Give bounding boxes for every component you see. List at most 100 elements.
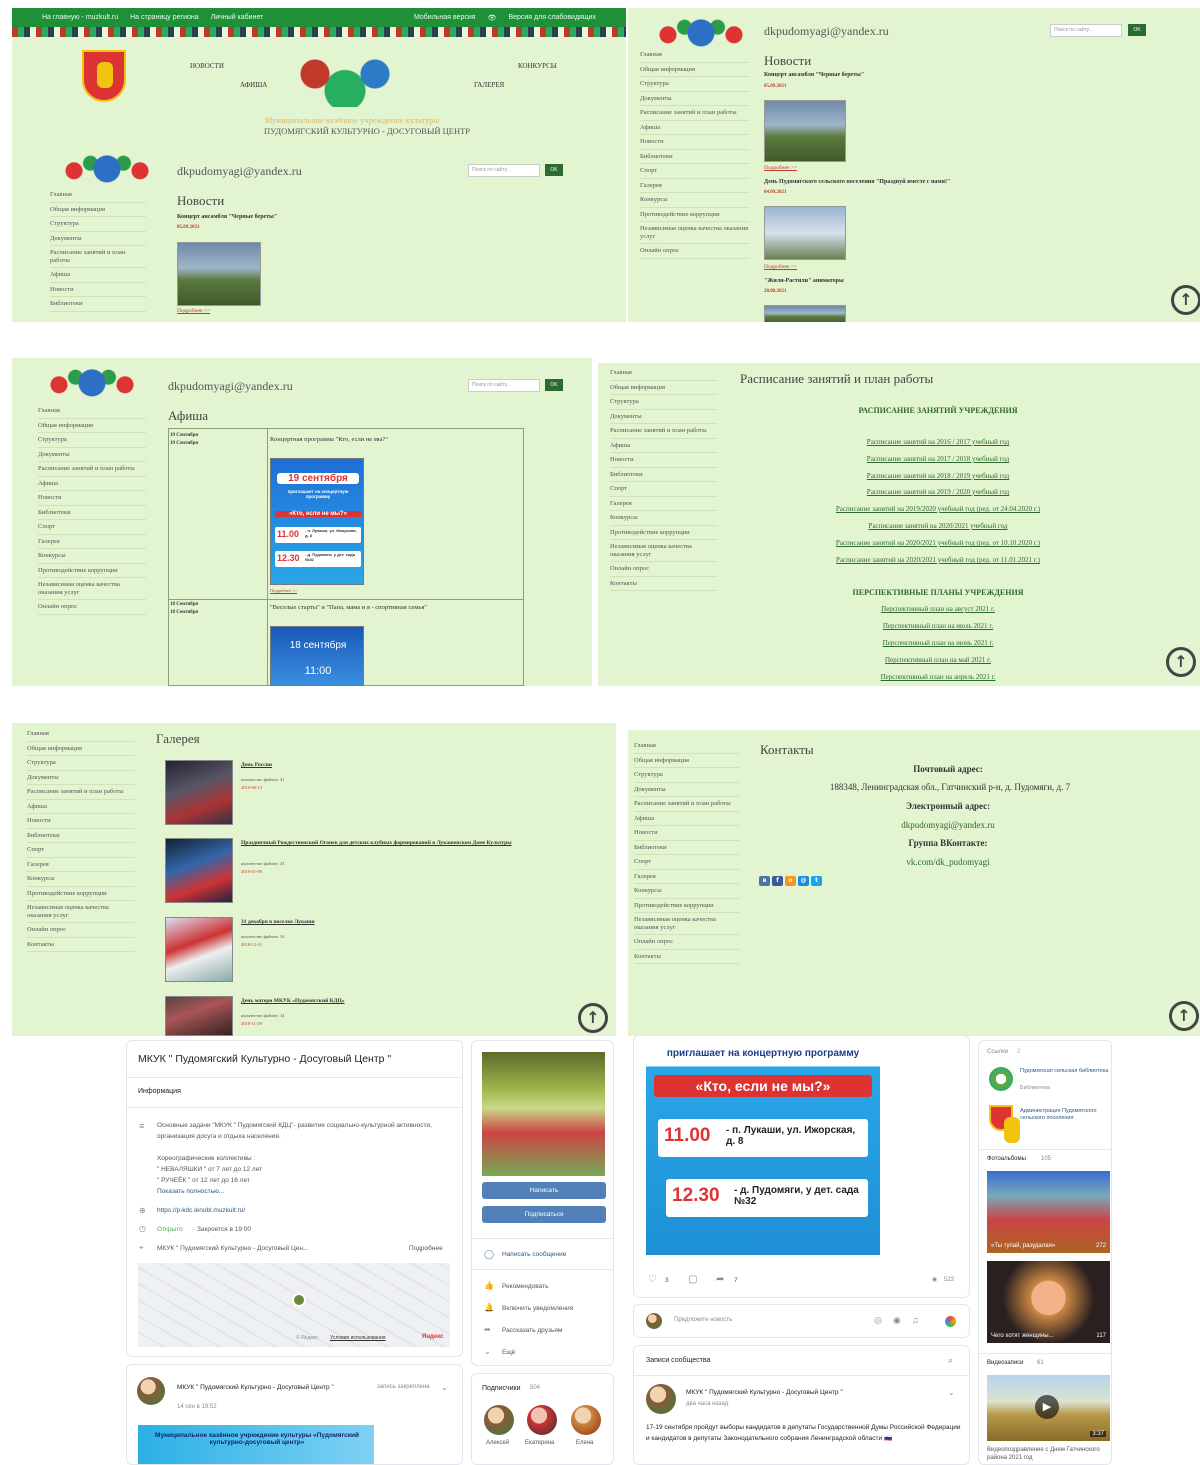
menu-documents[interactable]: Документы xyxy=(27,771,135,785)
nav-afisha[interactable]: АФИША xyxy=(240,81,267,89)
menu-anticorruption[interactable]: Противодействие коррупции xyxy=(634,899,740,913)
topbar-mobile-link[interactable]: Мобильная версия xyxy=(414,14,476,21)
schedule-link[interactable]: Расписание занятий на 2019/2020 учебный … xyxy=(758,505,1118,513)
plan-link[interactable]: Перспективный план на май 2021 г. xyxy=(758,656,1118,664)
schedule-link[interactable]: Расписание занятий на 2016 / 2017 учебны… xyxy=(758,438,1118,446)
menu-poll[interactable]: Онлайн опрос xyxy=(38,600,146,615)
plan-link[interactable]: Перспективный план на июль 2021 г. xyxy=(758,622,1118,630)
news-item-title[interactable]: "Жили-Растили" аниматоры xyxy=(764,278,844,284)
pinned-banner[interactable]: Муниципальное казённое учреждение культу… xyxy=(138,1425,374,1464)
plan-link[interactable]: Перспективный план на апрель 2021 г. xyxy=(758,673,1118,681)
chevron-down-icon[interactable]: ⌄ xyxy=(948,1388,955,1397)
search-ok-button[interactable]: OK xyxy=(545,379,563,391)
menu-evaluation[interactable]: Независимая оценка качества оказания усл… xyxy=(27,901,135,923)
menu-poll[interactable]: Онлайн опрос xyxy=(640,244,750,259)
music-icon[interactable]: ♫ xyxy=(912,1315,919,1325)
menu-evaluation[interactable]: Независимая оценка качества оказания усл… xyxy=(610,540,718,562)
heart-icon[interactable]: ♡ xyxy=(648,1274,657,1285)
action-message[interactable]: Написать сообщение xyxy=(502,1251,566,1258)
menu-schedule[interactable]: Расписание занятий и план работы xyxy=(610,424,718,439)
plan-link[interactable]: Перспективный план на июнь 2021 г. xyxy=(758,639,1118,647)
camera-icon[interactable]: ◎ xyxy=(874,1315,882,1326)
menu-anticorruption[interactable]: Противодействие коррупции xyxy=(38,564,146,578)
write-button[interactable]: Написать xyxy=(482,1182,606,1199)
menu-libraries[interactable]: Библиотеки xyxy=(634,841,740,855)
event-title[interactable]: Концертная программа "Кто, если не мы?" xyxy=(270,436,388,443)
more-link[interactable]: Подробнее >> xyxy=(177,308,210,314)
news-photo[interactable] xyxy=(764,305,846,322)
menu-sport[interactable]: Спорт xyxy=(38,520,146,535)
menu-sport[interactable]: Спорт xyxy=(610,482,718,497)
menu-news[interactable]: Новости xyxy=(50,283,146,297)
color-circle-icon[interactable] xyxy=(945,1316,956,1327)
schedule-link[interactable]: Расписание занятий на 2019 / 2020 учебны… xyxy=(758,488,1118,496)
post-author[interactable]: МКУК " Пудомягский Культурно - Досуговый… xyxy=(177,1384,334,1391)
show-more-link[interactable]: Показать полностью... xyxy=(157,1188,224,1195)
twitter-share-icon[interactable]: t xyxy=(811,876,822,886)
search-input[interactable]: Поиск по сайту... xyxy=(1050,24,1122,37)
scroll-up-icon[interactable]: ↑ xyxy=(1166,647,1196,677)
share-icon[interactable]: ➦ xyxy=(716,1274,724,1285)
menu-afisha[interactable]: Афиша xyxy=(640,121,750,135)
gallery-item-title[interactable]: Праздничный Рождественский Огонек для де… xyxy=(241,840,541,846)
menu-konkursy[interactable]: Конкурсы xyxy=(27,872,135,887)
menu-afisha[interactable]: Афиша xyxy=(50,268,146,283)
mail-share-icon[interactable]: @ xyxy=(798,876,809,886)
chevron-down-icon[interactable]: ⌄ xyxy=(441,1383,448,1392)
video-thumbnail[interactable]: ▶ 3:37 xyxy=(987,1375,1110,1441)
gallery-thumbnail[interactable] xyxy=(165,838,233,903)
plan-link[interactable]: Перспективный план на август 2021 г. xyxy=(758,605,1118,613)
yandex-map[interactable]: © Яндекс Условия использования Яндекс xyxy=(138,1263,450,1347)
menu-schedule[interactable]: Расписание занятий и план работы xyxy=(640,106,750,121)
action-more[interactable]: Ещё xyxy=(502,1349,515,1356)
topbar-link-home[interactable]: На главную - muzkult.ru xyxy=(42,14,118,21)
menu-documents[interactable]: Документы xyxy=(50,232,146,246)
facebook-share-icon[interactable]: f xyxy=(772,876,783,886)
menu-news[interactable]: Новости xyxy=(634,826,740,841)
menu-home[interactable]: Главная xyxy=(610,366,718,381)
video-icon[interactable]: ◉ xyxy=(893,1315,901,1326)
menu-general[interactable]: Общая информация xyxy=(50,203,146,217)
menu-news[interactable]: Новости xyxy=(38,491,146,506)
schedule-link[interactable]: Расписание занятий на 2020/2021 учебный … xyxy=(758,522,1118,530)
menu-konkursy[interactable]: Конкурсы xyxy=(640,193,750,208)
subscriber-avatar[interactable] xyxy=(571,1405,601,1435)
gallery-item-title[interactable]: День России xyxy=(241,762,272,768)
menu-schedule[interactable]: Расписание занятий и план работы xyxy=(50,246,146,268)
group-cover-photo[interactable] xyxy=(482,1052,605,1176)
menu-poll[interactable]: Онлайн опрос xyxy=(610,562,718,577)
menu-gallery[interactable]: Галерея xyxy=(38,535,146,549)
admin-crest-icon[interactable] xyxy=(989,1105,1020,1143)
nav-news[interactable]: НОВОСТИ xyxy=(190,62,224,70)
menu-documents[interactable]: Документы xyxy=(610,410,718,424)
menu-schedule[interactable]: Расписание занятий и план работы xyxy=(38,462,146,477)
menu-afisha[interactable]: Афиша xyxy=(610,439,718,453)
album-thumbnail[interactable]: «Ты тупай, разудалая» 272 xyxy=(987,1171,1110,1253)
menu-general[interactable]: Общая информация xyxy=(27,742,135,756)
menu-home[interactable]: Главная xyxy=(50,188,146,203)
schedule-link[interactable]: Расписание занятий на 2018 / 2019 учебны… xyxy=(758,472,1118,480)
event-title[interactable]: "Веселые старты" и "Папа, мама и я - спо… xyxy=(270,604,427,611)
scroll-up-icon[interactable]: ↑ xyxy=(1171,285,1200,315)
menu-general[interactable]: Общая информация xyxy=(610,381,718,395)
menu-structure[interactable]: Структура xyxy=(634,768,740,783)
gallery-thumbnail[interactable] xyxy=(165,996,233,1036)
subscribe-button[interactable]: Подписаться xyxy=(482,1206,606,1223)
menu-general[interactable]: Общая информация xyxy=(634,754,740,768)
menu-documents[interactable]: Документы xyxy=(38,448,146,462)
gallery-item-title[interactable]: 31 декабря в поселке Лукаши xyxy=(241,919,315,925)
menu-structure[interactable]: Структура xyxy=(640,77,750,92)
subscriber-name[interactable]: Алексей xyxy=(486,1440,509,1446)
menu-libraries[interactable]: Библиотеки xyxy=(27,829,135,843)
gallery-thumbnail[interactable] xyxy=(165,917,233,982)
vk-site-link[interactable]: https://p-kdc.lenobl.muzkult.ru/ xyxy=(157,1207,245,1214)
menu-structure[interactable]: Структура xyxy=(27,756,135,771)
subscriber-avatar[interactable] xyxy=(484,1405,514,1435)
scroll-up-icon[interactable]: ↑ xyxy=(578,1003,608,1033)
map-terms-link[interactable]: Условия использования xyxy=(330,1335,386,1341)
menu-structure[interactable]: Структура xyxy=(38,433,146,448)
action-notify[interactable]: Включить уведомления xyxy=(502,1305,573,1312)
nav-konkursy[interactable]: КОНКУРСЫ xyxy=(518,62,557,70)
link-administration[interactable]: Администрация Пудомягского сельского пос… xyxy=(1020,1108,1110,1122)
menu-contacts[interactable]: Контакты xyxy=(634,950,740,964)
